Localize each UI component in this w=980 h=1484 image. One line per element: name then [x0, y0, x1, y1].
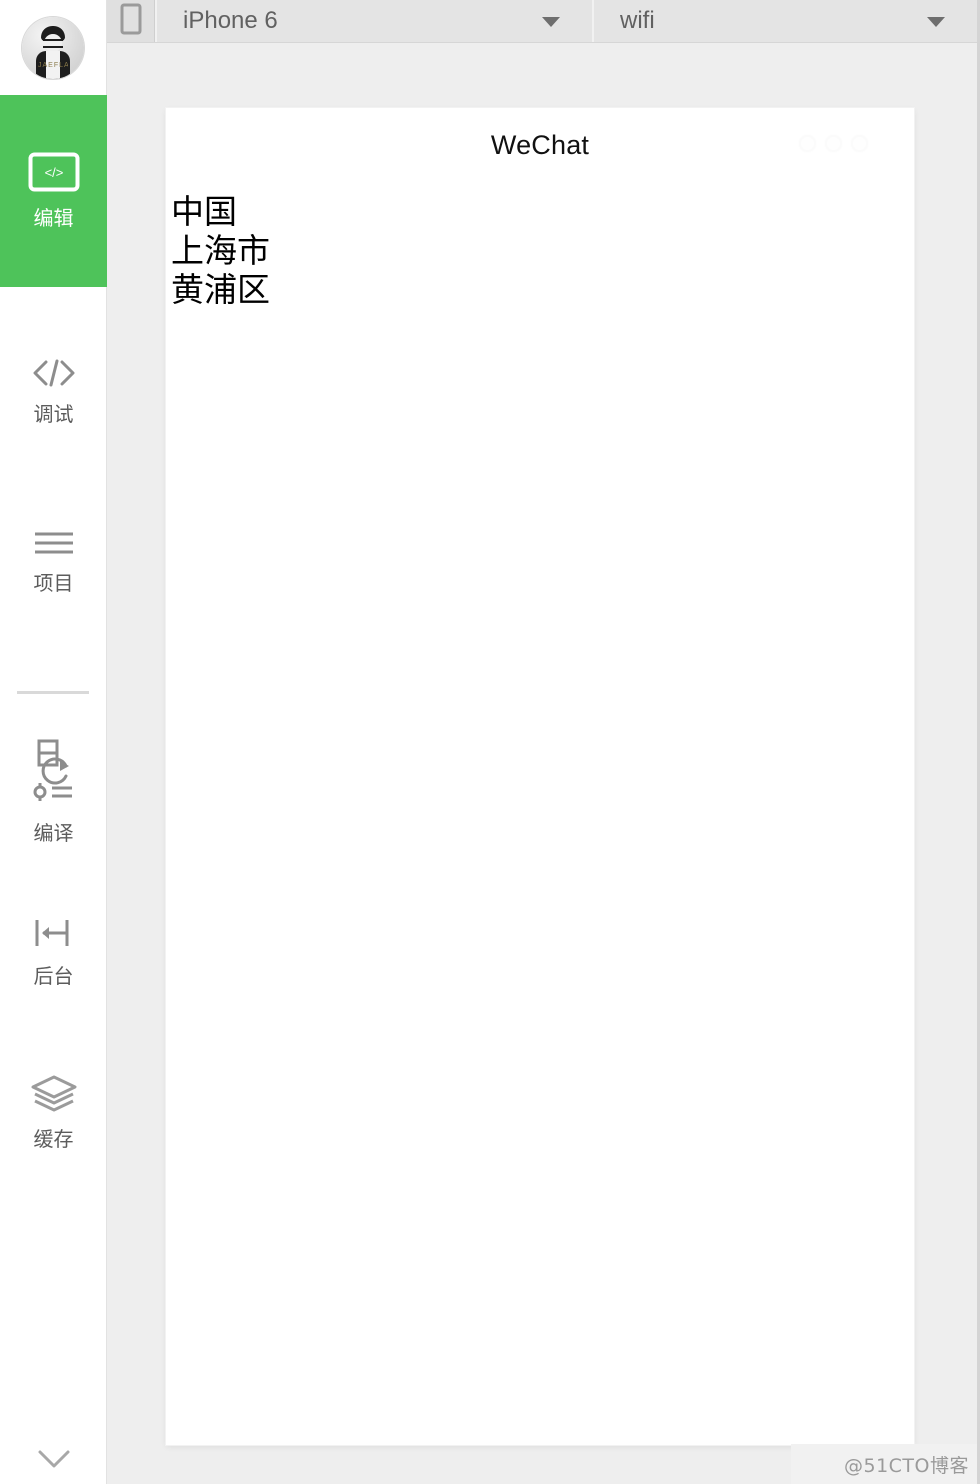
address-line-district: 黄浦区 — [171, 270, 270, 309]
sidebar-item-build[interactable]: 编译 — [0, 710, 107, 870]
sidebar-item-label-cache: 缓存 — [33, 1127, 74, 1151]
device-select[interactable]: iPhone 6 — [155, 0, 592, 42]
main-panel: iPhone 6 wifi WeChat 中国 上海市 黄浦区 @51CTO博客 — [107, 0, 980, 1484]
sidebar-item-debug[interactable]: 调试 — [0, 317, 107, 467]
build-refresh-icon — [26, 735, 82, 807]
capsule-dot — [851, 135, 868, 152]
svg-text:</>: </> — [44, 165, 63, 180]
simulator-stage: WeChat 中国 上海市 黄浦区 @51CTO博客 — [107, 43, 977, 1484]
avatar-watermark-text: JAEFLAI — [38, 61, 68, 69]
sidebar-item-cache[interactable]: 缓存 — [0, 1042, 107, 1182]
user-avatar[interactable]: JAEFLAI — [22, 16, 84, 79]
devtools-window: JAEFLAI </> 编辑 调试 — [0, 0, 980, 1484]
avatar-container[interactable]: JAEFLAI — [0, 0, 106, 95]
sidebar-divider — [17, 691, 89, 694]
sidebar-item-label-debug: 调试 — [33, 402, 74, 426]
address-line-city: 上海市 — [171, 231, 270, 270]
miniprogram-title: WeChat — [490, 129, 590, 160]
sidebar-item-label-edit: 编辑 — [33, 206, 74, 230]
address-line-country: 中国 — [171, 192, 237, 231]
caret-down-icon — [542, 17, 560, 27]
network-select[interactable]: wifi — [592, 0, 977, 42]
layers-icon — [27, 1073, 81, 1113]
sidebar-item-label-background: 后台 — [33, 964, 74, 988]
phone-simulator[interactable]: WeChat 中国 上海市 黄浦区 — [166, 108, 914, 1445]
sidebar-item-background[interactable]: 后台 — [0, 882, 107, 1022]
chevron-down-icon — [32, 1446, 76, 1477]
device-select-value: iPhone 6 — [183, 7, 278, 34]
code-window-icon: </> — [28, 152, 80, 192]
sidebar-item-label-project: 项目 — [33, 571, 74, 595]
sidebar-more-button[interactable] — [0, 1438, 107, 1484]
sidebar: JAEFLAI </> 编辑 调试 — [0, 0, 107, 1484]
simulator-toolbar: iPhone 6 wifi — [107, 0, 977, 43]
background-collapse-icon — [29, 916, 79, 950]
network-select-value: wifi — [620, 7, 655, 34]
device-toggle-button[interactable] — [107, 0, 155, 42]
capsule-dot — [825, 135, 842, 152]
miniprogram-navbar: WeChat — [166, 108, 914, 182]
sidebar-item-edit[interactable]: </> 编辑 — [0, 95, 107, 287]
phone-outline-icon — [119, 3, 143, 40]
caret-down-icon — [927, 17, 945, 27]
avatar-glasses-icon — [43, 38, 63, 48]
capsule-dots-icon[interactable] — [799, 135, 868, 152]
hamburger-lines-icon — [30, 529, 78, 557]
code-brackets-icon — [30, 358, 78, 388]
watermark-text: @51CTO博客 — [843, 1455, 969, 1477]
miniprogram-page-content: 中国 上海市 黄浦区 — [166, 182, 914, 309]
sidebar-item-label-build: 编译 — [33, 821, 74, 845]
capsule-dot — [799, 135, 816, 152]
sidebar-item-project[interactable]: 项目 — [0, 487, 107, 637]
